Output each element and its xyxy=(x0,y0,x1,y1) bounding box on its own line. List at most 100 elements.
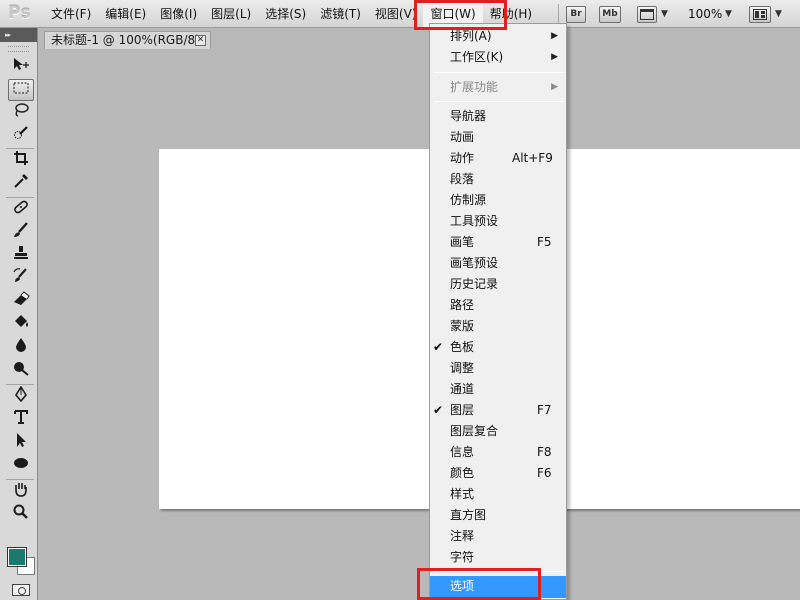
quick-selection-tool-icon[interactable] xyxy=(8,125,34,147)
menu-item-animation[interactable]: 动画 xyxy=(430,127,566,148)
menu-item-clone-source[interactable]: 仿制源 xyxy=(430,190,566,211)
menu-item-character[interactable]: 字符 xyxy=(430,547,566,568)
paint-bucket-tool-icon[interactable] xyxy=(8,314,34,336)
launch-minibridge-button[interactable]: Mb xyxy=(599,6,621,23)
quick-mask-icon[interactable] xyxy=(12,584,30,596)
blur-tool-icon[interactable] xyxy=(8,337,34,359)
tool-divider xyxy=(6,197,34,198)
zoom-level[interactable]: 100% xyxy=(688,0,722,28)
submenu-arrow-icon: ▶ xyxy=(551,82,558,92)
menu-item-history[interactable]: 历史记录 xyxy=(430,274,566,295)
menu-item-shortcut: F7 xyxy=(537,403,552,417)
tool-divider xyxy=(6,479,34,480)
menu-item-swatches[interactable]: ✔ 色板 xyxy=(430,337,566,358)
launch-bridge-button[interactable]: Br xyxy=(566,6,586,23)
dodge-tool-icon[interactable] xyxy=(8,360,34,382)
menu-item-brush-presets[interactable]: 画笔预设 xyxy=(430,253,566,274)
menu-item-tool-presets[interactable]: 工具预设 xyxy=(430,211,566,232)
menu-item-styles[interactable]: 样式 xyxy=(430,484,566,505)
menu-item-label: 直方图 xyxy=(450,508,487,522)
menu-item-label: 图层 xyxy=(450,403,475,417)
eraser-tool-icon[interactable] xyxy=(8,291,34,313)
path-selection-tool-icon[interactable] xyxy=(8,432,34,454)
menu-item-paths[interactable]: 路径 xyxy=(430,295,566,316)
menu-item-label: 工具预设 xyxy=(450,214,499,228)
zoom-tool-icon[interactable] xyxy=(8,504,34,526)
move-tool-icon[interactable] xyxy=(8,56,34,78)
menu-image[interactable]: 图像(I) xyxy=(153,0,204,28)
menu-item-color[interactable]: 颜色 F6 xyxy=(430,463,566,484)
photoshop-logo: Ps xyxy=(8,3,32,23)
menu-item-label: 颜色 xyxy=(450,466,475,480)
healing-brush-tool-icon[interactable] xyxy=(8,199,34,221)
menu-item-label: 路径 xyxy=(450,298,475,312)
menu-item-label: 调整 xyxy=(450,361,475,375)
foreground-color-swatch[interactable] xyxy=(7,547,27,567)
menu-item-layers[interactable]: ✔ 图层 F7 xyxy=(430,400,566,421)
menu-item-arrange[interactable]: 排列(A) ▶ xyxy=(430,26,566,47)
menu-item-extensions: 扩展功能 ▶ xyxy=(430,77,566,98)
panel-grip[interactable] xyxy=(8,46,29,52)
tool-divider xyxy=(6,384,34,385)
close-icon[interactable]: ✕ xyxy=(195,35,206,46)
brush-tool-icon[interactable] xyxy=(8,222,34,244)
clone-stamp-tool-icon[interactable] xyxy=(8,245,34,267)
crop-tool-icon[interactable] xyxy=(8,150,34,172)
chevron-down-icon[interactable]: ▼ xyxy=(725,6,732,22)
ellipse-tool-icon[interactable] xyxy=(8,455,34,477)
menu-item-info[interactable]: 信息 F8 xyxy=(430,442,566,463)
history-brush-tool-icon[interactable] xyxy=(8,268,34,290)
menu-file[interactable]: 文件(F) xyxy=(44,0,98,28)
type-tool-icon[interactable] xyxy=(8,409,34,431)
marquee-tool-icon[interactable] xyxy=(8,79,34,101)
menu-separator xyxy=(434,72,564,73)
menu-item-label: 历史记录 xyxy=(450,277,499,291)
lasso-tool-icon[interactable] xyxy=(8,102,34,124)
menu-item-shortcut: F8 xyxy=(537,445,552,459)
menu-item-label: 信息 xyxy=(450,445,475,459)
menu-item-workspace[interactable]: 工作区(K) ▶ xyxy=(430,47,566,68)
checkmark-icon: ✔ xyxy=(433,340,444,354)
menu-select[interactable]: 选择(S) xyxy=(258,0,313,28)
menu-item-label: 通道 xyxy=(450,382,475,396)
menu-item-navigator[interactable]: 导航器 xyxy=(430,106,566,127)
menu-item-label: 动画 xyxy=(450,130,475,144)
menu-item-shortcut: F5 xyxy=(537,235,552,249)
chevron-down-icon[interactable]: ▼ xyxy=(775,6,782,22)
menu-item-adjustments[interactable]: 调整 xyxy=(430,358,566,379)
menu-separator xyxy=(434,101,564,102)
arrange-documents-icon[interactable] xyxy=(749,6,771,23)
menu-item-masks[interactable]: 蒙版 xyxy=(430,316,566,337)
tools-panel: ▸▸ xyxy=(0,28,38,600)
menu-item-label: 段落 xyxy=(450,172,475,186)
menu-item-label: 排列(A) xyxy=(450,29,492,43)
hand-tool-icon[interactable] xyxy=(8,481,34,503)
view-extras-icon[interactable] xyxy=(637,6,657,23)
menu-view[interactable]: 视图(V) xyxy=(368,0,424,28)
menu-layer[interactable]: 图层(L) xyxy=(204,0,258,28)
menu-edit[interactable]: 编辑(E) xyxy=(98,0,153,28)
menu-item-brush[interactable]: 画笔 F5 xyxy=(430,232,566,253)
menu-item-label: 画笔预设 xyxy=(450,256,499,270)
pen-tool-icon[interactable] xyxy=(8,385,34,408)
menu-item-channels[interactable]: 通道 xyxy=(430,379,566,400)
menu-item-options[interactable]: 选项 xyxy=(430,576,566,598)
panel-collapse-icon[interactable]: ▸▸ xyxy=(0,28,37,42)
checkmark-icon: ✔ xyxy=(433,403,444,417)
menu-item-actions[interactable]: 动作 Alt+F9 xyxy=(430,148,566,169)
menu-bar: Ps 文件(F) 编辑(E) 图像(I) 图层(L) 选择(S) 滤镜(T) 视… xyxy=(0,0,800,28)
menu-item-label: 样式 xyxy=(450,487,475,501)
menu-item-notes[interactable]: 注释 xyxy=(430,526,566,547)
menu-item-label: 工作区(K) xyxy=(450,50,504,64)
menu-filter[interactable]: 滤镜(T) xyxy=(313,0,368,28)
menu-item-label: 选项 xyxy=(450,579,475,593)
menu-item-paragraph[interactable]: 段落 xyxy=(430,169,566,190)
document-tab-title: 未标题-1 @ 100%(RGB/8) xyxy=(51,33,200,47)
submenu-arrow-icon: ▶ xyxy=(551,52,558,62)
menu-item-label: 动作 xyxy=(450,151,475,165)
chevron-down-icon[interactable]: ▼ xyxy=(661,6,668,22)
document-tab[interactable]: 未标题-1 @ 100%(RGB/8) ✕ xyxy=(44,31,211,49)
menu-item-histogram[interactable]: 直方图 xyxy=(430,505,566,526)
menu-item-layer-comps[interactable]: 图层复合 xyxy=(430,421,566,442)
eyedropper-tool-icon[interactable] xyxy=(8,173,34,195)
